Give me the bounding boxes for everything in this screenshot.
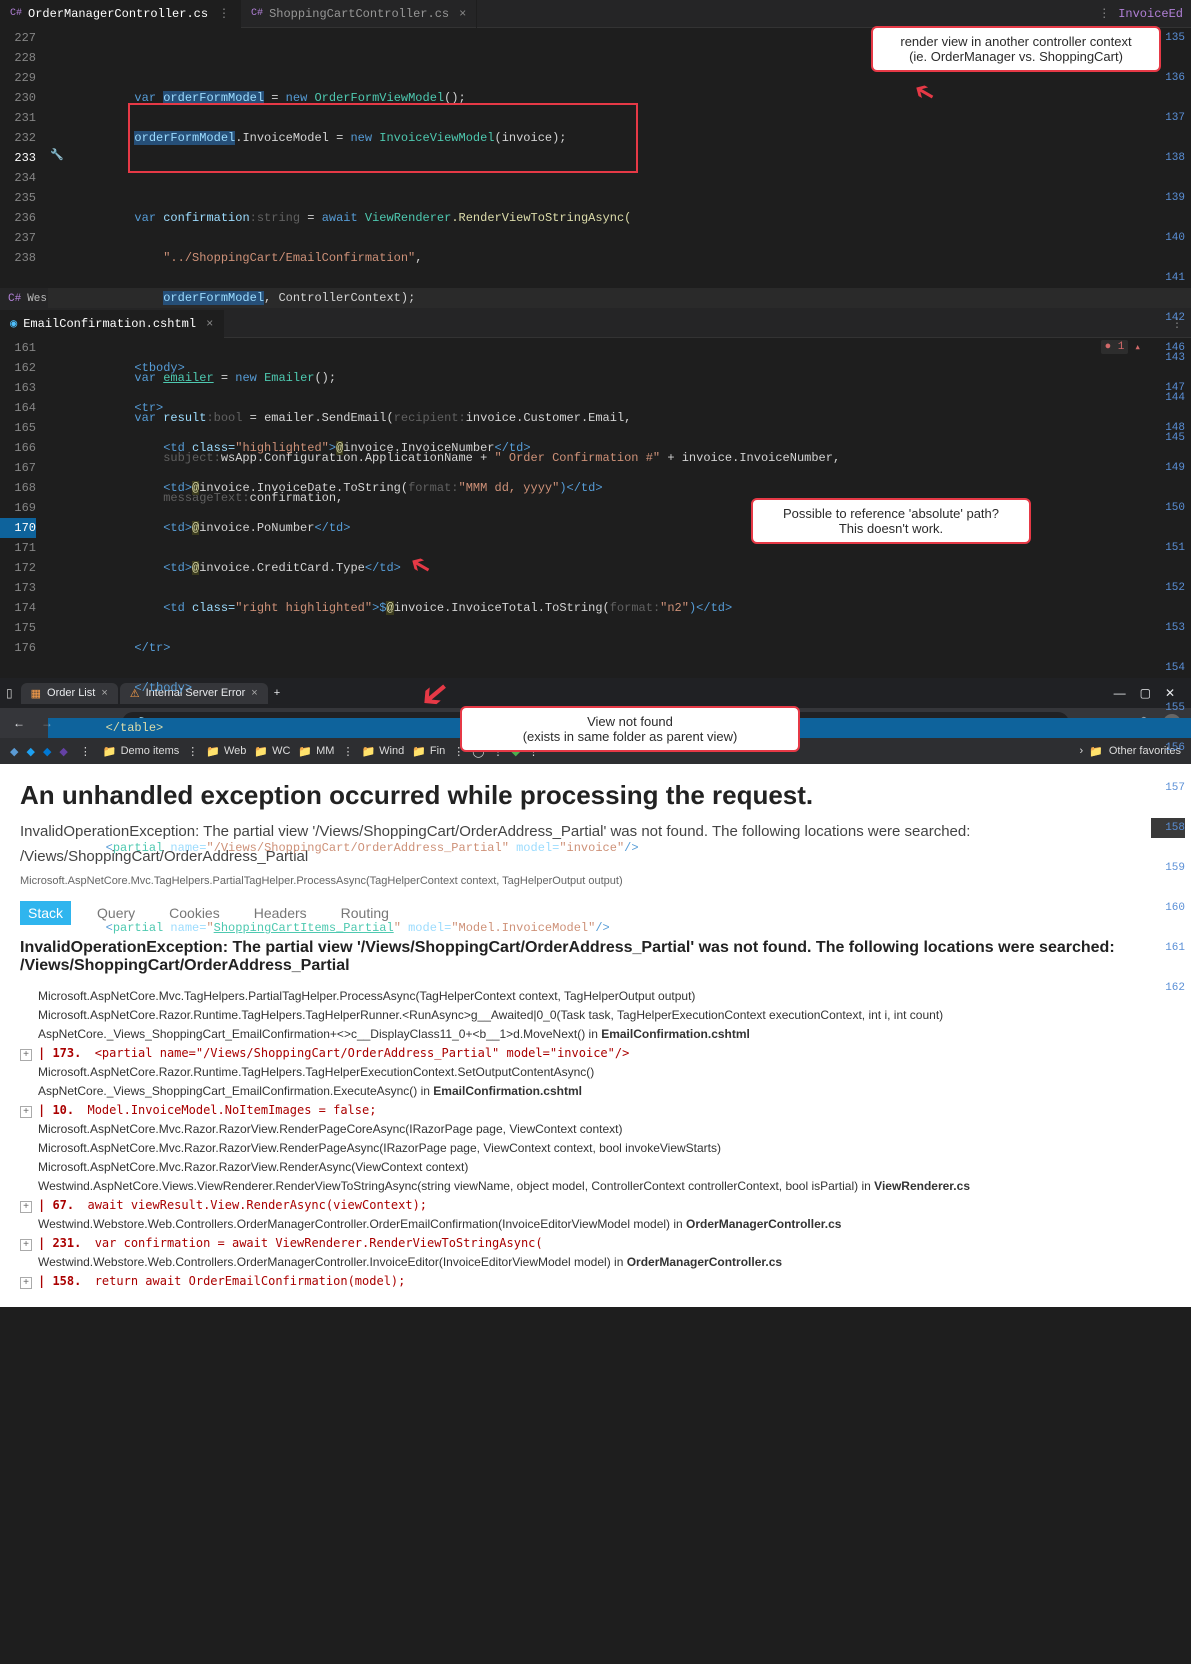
editor-tab-bar: C# OrderManagerController.cs ⋮ C# Shoppi…: [0, 0, 1191, 28]
stack-trace: Microsoft.AspNetCore.Mvc.TagHelpers.Part…: [20, 987, 1171, 1290]
highlight-box-1: [128, 103, 638, 173]
right-tab[interactable]: InvoiceEd: [1118, 7, 1183, 21]
expand-button[interactable]: +: [20, 1277, 32, 1289]
tab-order-manager[interactable]: C# OrderManagerController.cs ⋮: [0, 0, 241, 28]
tab-label: ShoppingCartController.cs: [269, 7, 449, 21]
forward-icon[interactable]: →: [38, 716, 56, 730]
tab-favicon: ▦: [31, 687, 41, 700]
callout-absolute-path: Possible to reference 'absolute' path?Th…: [751, 498, 1031, 544]
expand-button[interactable]: +: [20, 1049, 32, 1061]
callout-view-not-found: View not found(exists in same folder as …: [460, 706, 800, 752]
sidebar-icon[interactable]: ▯: [6, 686, 13, 700]
line-gutter: 227 228 229 230 231 232 233 234 235 236 …: [0, 28, 48, 288]
tab-shopping-cart[interactable]: C# ShoppingCartController.cs ×: [241, 0, 477, 28]
expand-button[interactable]: +: [20, 1106, 32, 1118]
ide-container: C# OrderManagerController.cs ⋮ C# Shoppi…: [0, 0, 1191, 678]
close-icon[interactable]: ⋮: [218, 6, 230, 21]
close-icon[interactable]: ×: [459, 7, 466, 21]
editor-pane-1[interactable]: 227 228 229 230 231 232 233 234 235 236 …: [0, 28, 1191, 288]
right-line-gutter: 146 147 148 149 150 151 152 153 154 155 …: [1151, 338, 1191, 998]
tab-label: OrderManagerController.cs: [28, 7, 208, 21]
back-icon[interactable]: ←: [10, 716, 28, 730]
csharp-icon: C#: [8, 293, 21, 305]
editor-pane-2[interactable]: 161 162 163 164 165 166 167 168 169 170 …: [0, 338, 1191, 678]
expand-button[interactable]: +: [20, 1239, 32, 1251]
file-lang-icon: C#: [251, 8, 263, 19]
line-gutter: 161 162 163 164 165 166 167 168 169 170 …: [0, 338, 48, 678]
expand-button[interactable]: +: [20, 1201, 32, 1213]
callout-render-context: render view in another controller contex…: [871, 26, 1161, 72]
file-lang-icon: C#: [10, 8, 22, 19]
cshtml-icon: ◉: [10, 316, 17, 331]
tab-overflow-icon[interactable]: ⋮: [1098, 6, 1110, 21]
